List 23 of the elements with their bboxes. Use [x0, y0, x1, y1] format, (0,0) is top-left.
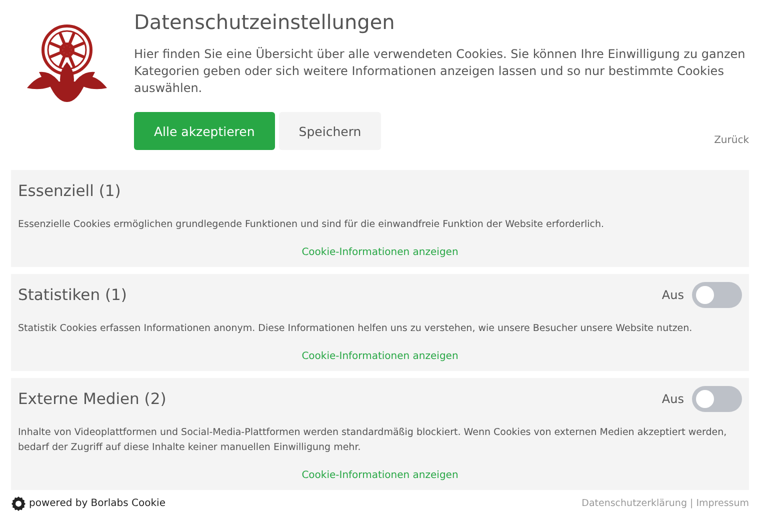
- cookie-info-link[interactable]: Cookie-Informationen anzeigen: [302, 470, 458, 481]
- accept-all-button[interactable]: Alle akzeptieren: [134, 112, 275, 150]
- category-description: Inhalte von Videoplattformen und Social-Media-Plattformen werden standardmäßig blockiert. Wenn Cookies von externen Medien akzeptiert werden, bedarf der Zugriff auf diese Inhalte keiner manuellen Einwilligung mehr.: [18, 426, 728, 455]
- footer-link[interactable]: Datenschutzerklärung: [582, 498, 687, 509]
- footer-link[interactable]: Impressum: [696, 498, 749, 509]
- category-title: Externe Medien (2): [18, 390, 166, 408]
- category-description: Essenzielle Cookies ermöglichen grundlegende Funktionen und sind für die einwandfreie Funktion der Website erforderlich.: [18, 218, 606, 232]
- cookie-info-link[interactable]: Cookie-Informationen anzeigen: [302, 247, 458, 258]
- category-description: Statistik Cookies erfassen Informationen anonym. Diese Informationen helfen uns zu verstehen, wie unsere Besucher unsere Website nutzen.: [18, 322, 694, 336]
- dialog-description: Hier finden Sie eine Übersicht über alle verwendeten Cookies. Sie können Ihre Einwilligung zu ganzen Kategorien geben oder sich weitere Informationen anzeigen lassen und so nur bestimmte Cookies auswählen.: [134, 46, 746, 97]
- dialog-title: Datenschutzeinstellungen: [134, 10, 396, 34]
- save-button[interactable]: Speichern: [278, 112, 382, 150]
- powered-by-text: powered by Borlabs Cookie: [29, 498, 166, 509]
- toggle-switch[interactable]: [692, 386, 742, 412]
- toggle-switch[interactable]: [692, 282, 742, 308]
- back-link[interactable]: Zurück: [714, 135, 749, 150]
- cookie-icon: [11, 496, 26, 511]
- toggle-label: Aus: [662, 288, 684, 302]
- toggle-label: Aus: [662, 392, 684, 406]
- category-title: Essenziell (1): [18, 182, 121, 200]
- category-title: Statistiken (1): [18, 286, 127, 304]
- cookie-info-link[interactable]: Cookie-Informationen anzeigen: [302, 351, 458, 362]
- link-separator: |: [690, 498, 694, 509]
